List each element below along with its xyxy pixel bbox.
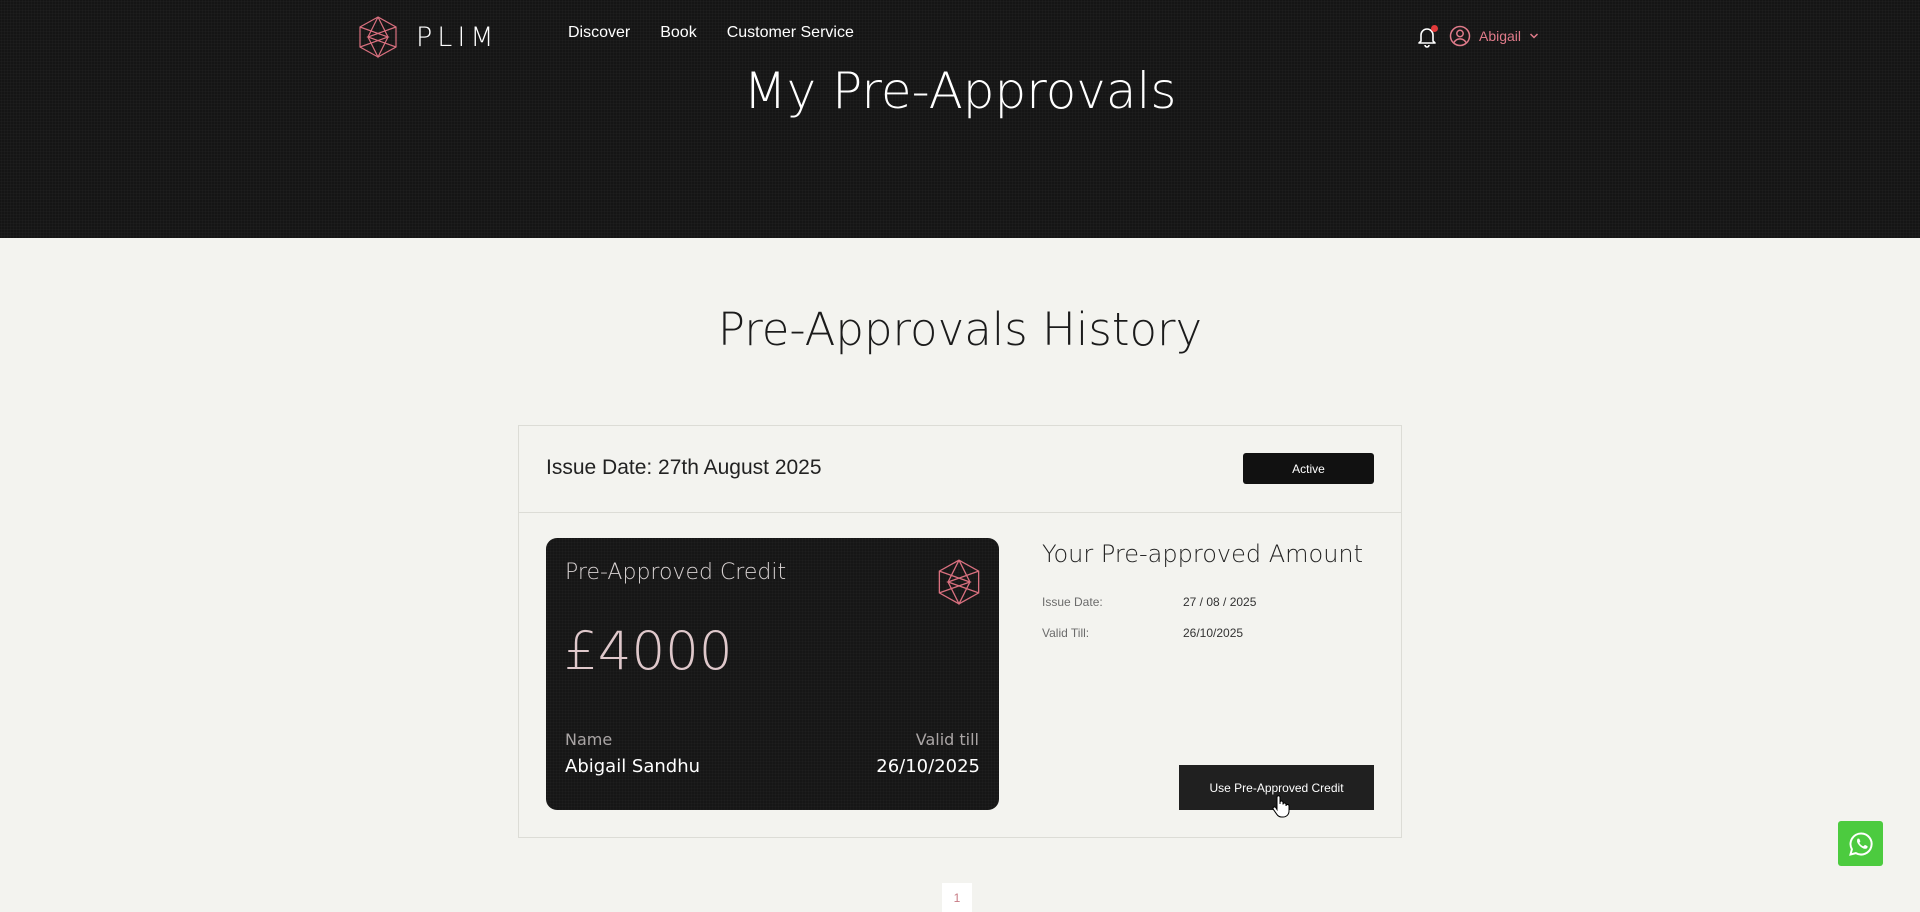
notifications-button[interactable] [1415,24,1439,48]
top-header: PLIM Discover Book Customer Service Abig… [0,0,1920,238]
plim-logo-icon [359,16,397,59]
detail-issue-label: Issue Date: [1042,595,1103,609]
card-name-label: Name [565,730,613,749]
detail-issue-date: Issue Date: 27 / 08 / 2025 [1042,595,1256,609]
nav-customer-service[interactable]: Customer Service [727,24,854,42]
brand-name: PLIM [416,21,499,53]
pagination-page-1[interactable]: 1 [942,883,972,912]
whatsapp-icon [1848,831,1873,856]
card-amount: £4000 [564,621,733,682]
user-menu-button[interactable]: Abigail [1449,25,1539,47]
detail-valid-label: Valid Till: [1042,626,1090,640]
detail-issue-value: 27 / 08 / 2025 [1183,595,1257,609]
card-holder-name: Abigail Sandhu [565,756,701,777]
user-circle-icon [1449,25,1471,47]
main-nav: Discover Book Customer Service [568,24,854,42]
status-badge: Active [1243,453,1374,484]
detail-valid-till: Valid Till: 26/10/2025 [1042,626,1243,640]
detail-valid-value: 26/10/2025 [1183,626,1244,640]
details-title: Your Pre-approved Amount [1042,540,1364,568]
use-pre-approved-credit-button[interactable]: Use Pre-Approved Credit [1179,765,1374,810]
user-name: Abigail [1479,28,1522,44]
card-valid-label: Valid till [915,730,979,749]
pre-approval-entry: Issue Date: 27th August 2025 Active Pre-… [518,425,1402,838]
issue-date-heading: Issue Date: 27th August 2025 [546,456,822,479]
section-title: Pre-Approvals History [717,303,1203,356]
notification-dot [1431,25,1438,32]
chevron-down-icon [1530,33,1539,39]
credit-card: Pre-Approved Credit £4000 Name Valid til… [546,538,999,810]
entry-header: Issue Date: 27th August 2025 Active [519,426,1401,513]
nav-discover[interactable]: Discover [568,24,630,42]
card-valid-date: 26/10/2025 [876,756,980,777]
whatsapp-chat-button[interactable] [1838,821,1883,866]
nav-book[interactable]: Book [660,24,696,42]
plim-logo-icon [938,559,980,606]
brand-logo[interactable]: PLIM [358,15,499,59]
user-area: Abigail [1415,24,1539,48]
page-title: My Pre-Approvals [743,62,1177,120]
card-title: Pre-Approved Credit [565,560,787,585]
